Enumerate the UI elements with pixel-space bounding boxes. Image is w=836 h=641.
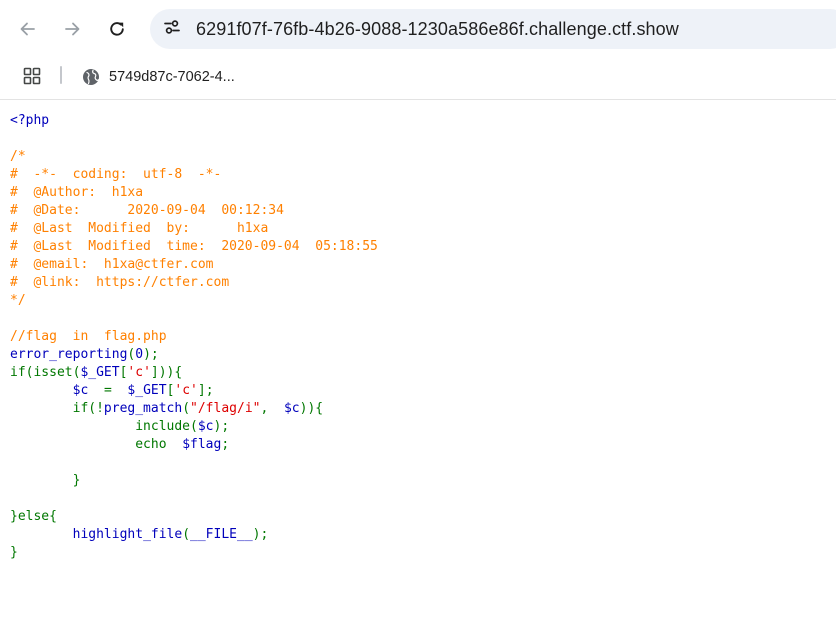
code-token-default: <?php [10, 113, 50, 128]
browser-toolbar: 6291f07f-76fb-4b26-9088-1230a586e86f.cha… [0, 0, 836, 58]
code-line: # @email: h1xa@ctfer.com [10, 256, 830, 274]
address-bar[interactable]: 6291f07f-76fb-4b26-9088-1230a586e86f.cha… [150, 9, 836, 49]
reload-button[interactable] [101, 13, 133, 45]
globe-icon [82, 68, 100, 86]
code-token-default: preg_match [103, 401, 183, 416]
code-token-keyword: ( [182, 527, 191, 542]
code-line: # @Author: h1xa [10, 184, 830, 202]
code-token-keyword: ]; [197, 383, 214, 398]
code-token-keyword: } [10, 473, 81, 488]
reload-icon [107, 19, 127, 39]
code-line: }else{ [10, 508, 830, 526]
code-token-keyword [10, 383, 73, 398]
code-token-comment: # @Author: h1xa [10, 185, 144, 200]
code-token-keyword: , [260, 401, 284, 416]
code-line: echo $flag; [10, 436, 830, 454]
code-token-comment: # @Last Modified by: h1xa [10, 221, 269, 236]
code-line: highlight_file(__FILE__); [10, 526, 830, 544]
code-token-keyword [10, 527, 73, 542]
code-token-comment: */ [10, 293, 26, 308]
code-token-comment: /* [10, 149, 26, 164]
code-token-keyword: )){ [299, 401, 324, 416]
arrow-left-icon [18, 19, 38, 39]
code-line: include($c); [10, 418, 830, 436]
code-line: //flag in flag.php [10, 328, 830, 346]
code-token-keyword: }else{ [10, 509, 57, 524]
code-token-string: 'c' [127, 365, 151, 380]
code-token-comment: # @Date: 2020-09-04 00:12:34 [10, 203, 284, 218]
apps-button[interactable] [20, 66, 44, 90]
code-token-comment: # -*- coding: utf-8 -*- [10, 167, 222, 182]
code-token-default: $c [197, 419, 214, 434]
code-token-keyword: include( [10, 419, 198, 434]
code-line: $c = $_GET['c']; [10, 382, 830, 400]
tune-icon [162, 17, 182, 42]
code-line: */ [10, 292, 830, 310]
code-line: if(isset($_GET['c'])){ [10, 364, 830, 382]
code-line: # @link: https://ctfer.com [10, 274, 830, 292]
code-token-comment: # @link: https://ctfer.com [10, 275, 230, 290]
code-token-default: $_GET [80, 365, 120, 380]
code-token-default: highlight_file [72, 527, 183, 542]
code-line: # -*- coding: utf-8 -*- [10, 166, 830, 184]
code-token-keyword: ); [143, 347, 159, 362]
code-token-keyword: ( [182, 401, 191, 416]
code-line: if(!preg_match("/flag/i", $c)){ [10, 400, 830, 418]
highlighted-source-code: <?php /* # -*- coding: utf-8 -*- # @Author:… [10, 112, 830, 562]
code-line: error_reporting(0); [10, 346, 830, 364]
code-token-keyword: if(isset( [10, 365, 81, 380]
code-line: /* [10, 148, 830, 166]
code-line: <?php [10, 112, 830, 130]
code-token-default: $flag [182, 437, 222, 452]
code-token-default: $c [283, 401, 300, 416]
code-line: } [10, 472, 830, 490]
code-token-comment: # @email: h1xa@ctfer.com [10, 257, 214, 272]
code-token-keyword: = [103, 383, 128, 398]
forward-button[interactable] [56, 13, 88, 45]
url-text[interactable]: 6291f07f-76fb-4b26-9088-1230a586e86f.cha… [196, 19, 679, 40]
bookmark-item[interactable]: 5749d87c-7062-4... [76, 63, 241, 91]
code-token-string: 'c' [174, 383, 198, 398]
code-token-default: 0 [135, 347, 144, 362]
code-token-comment: //flag in flag.php [10, 329, 167, 344]
code-token-keyword: ])){ [150, 365, 183, 380]
code-token-default: $c [72, 383, 104, 398]
code-line: # @Date: 2020-09-04 00:12:34 [10, 202, 830, 220]
arrow-right-icon [62, 19, 82, 39]
code-line: # @Last Modified time: 2020-09-04 05:18:… [10, 238, 830, 256]
code-token-comment: # @Last Modified time: 2020-09-04 05:18:… [10, 239, 378, 254]
bookmarks-separator [60, 66, 62, 84]
code-line: # @Last Modified by: h1xa [10, 220, 830, 238]
bookmark-label: 5749d87c-7062-4... [109, 69, 235, 85]
code-token-keyword: echo [10, 437, 183, 452]
apps-grid-icon [22, 66, 42, 91]
code-token-keyword: ; [221, 437, 230, 452]
bookmarks-bar: 5749d87c-7062-4... [0, 58, 836, 100]
code-token-keyword: ); [252, 527, 269, 542]
code-line: } [10, 544, 830, 562]
code-token-default: __FILE__ [190, 527, 253, 542]
code-token-string: "/flag/i" [190, 401, 261, 416]
site-info-button[interactable] [160, 17, 184, 41]
code-token-keyword: if(! [10, 401, 104, 416]
code-token-keyword: ); [213, 419, 230, 434]
code-token-default: error_reporting [10, 347, 128, 362]
back-button[interactable] [12, 13, 44, 45]
code-token-default: $_GET [127, 383, 167, 398]
code-token-keyword: } [10, 545, 18, 560]
